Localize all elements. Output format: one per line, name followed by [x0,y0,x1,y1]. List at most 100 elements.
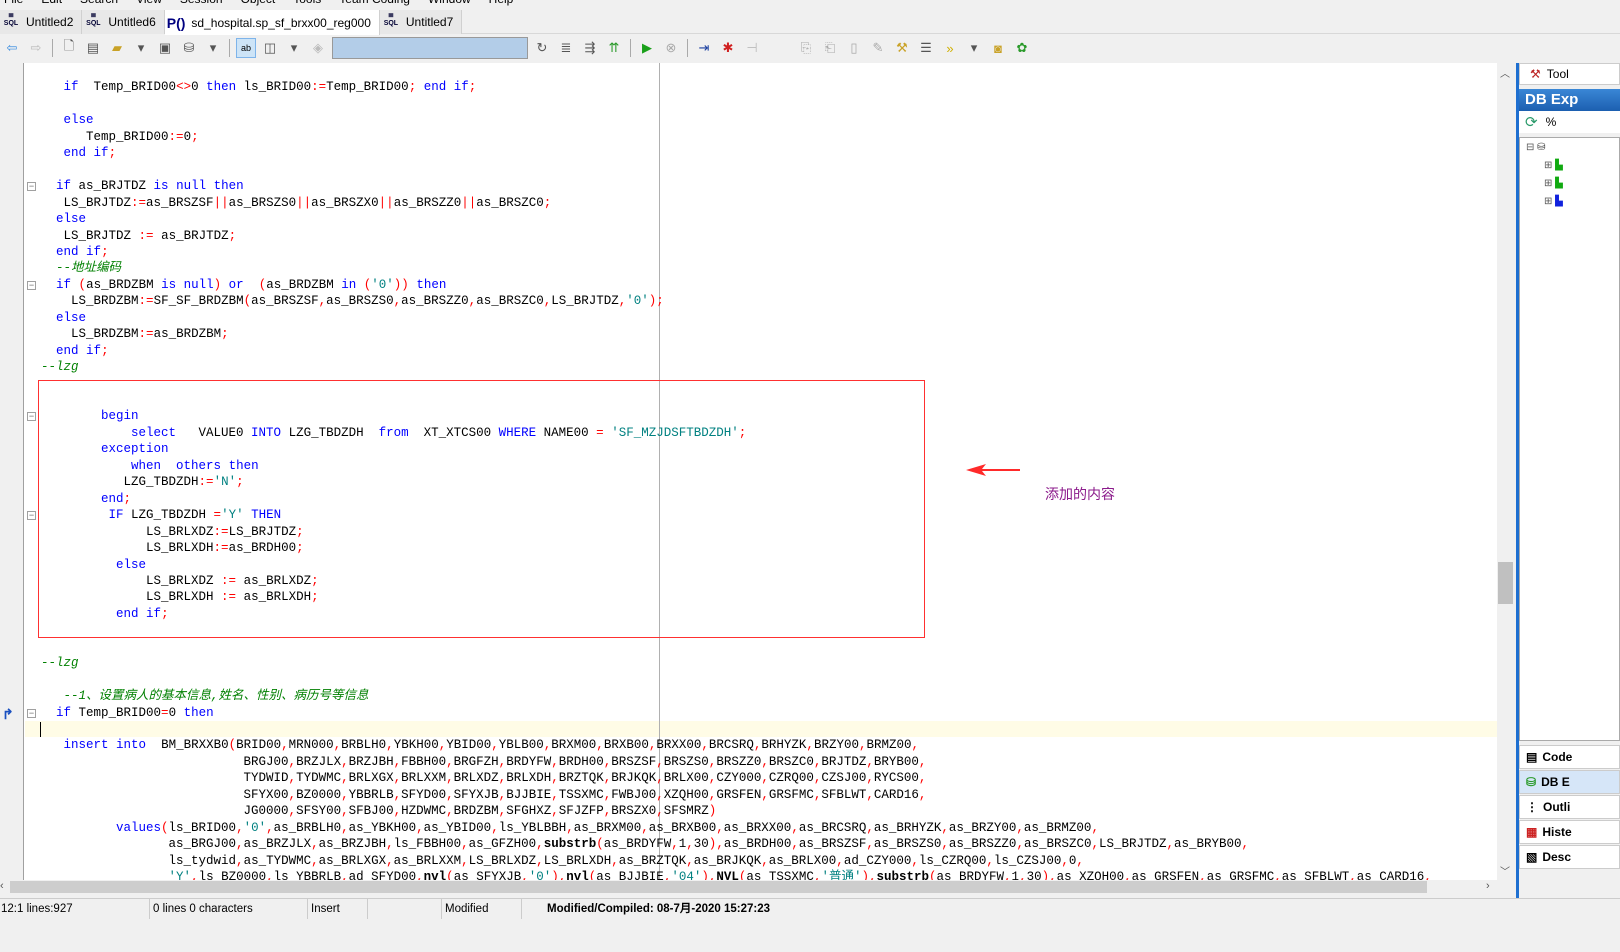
forward-icon[interactable]: ⇨ [26,38,46,58]
toolbox-tab[interactable]: ⚒ Tool [1519,63,1620,85]
db-tree[interactable]: ⊟ ⛁ ⊞ ▙ ⊞ ▙ ⊞ ▙ [1519,137,1620,741]
code-line[interactable]: Temp_BRID00:=0; [41,129,199,145]
new-window-icon[interactable]: ▤ [83,38,103,58]
code-line[interactable]: 'Y',ls_BZ0000,ls_YBBRLB,ad_SFYD00,nvl(as… [41,869,1432,880]
code-line[interactable]: --地址编码 [41,260,121,276]
chevron-down-icon[interactable]: ▾ [131,38,151,58]
save-icon[interactable]: ▣ [155,38,175,58]
code-line[interactable]: ls_tydwid,as_TYDWMC,as_BRLXGX,as_BRLXXM,… [41,853,1084,869]
fold-toggle-icon[interactable]: − [27,280,36,290]
code-line[interactable]: if (as_BRDZBM is null) or (as_BRDZBM in … [41,277,446,293]
compile-icon[interactable]: ⇈ [604,38,624,58]
tab-describe[interactable]: ▧ Desc [1519,845,1620,869]
code-line[interactable]: select VALUE0 INTO LZG_TBDZDH from XT_XT… [41,425,746,441]
tools-icon[interactable]: ⚒ [892,38,912,58]
chevron-down-icon[interactable]: ▾ [284,38,304,58]
code-line[interactable]: --1、设置病人的基本信息,姓名、性别、病历号等信息 [41,688,369,704]
tab-outline[interactable]: ⋮ Outli [1519,795,1620,819]
code-line[interactable]: LS_BRLXDH:=as_BRDH00; [41,540,304,556]
code-line[interactable]: begin [41,408,139,424]
menu-item[interactable]: Tools [293,0,321,8]
tab-procedure[interactable]: P() sd_hospital.sp_sf_brxx00_reg000 [164,10,380,35]
image-icon[interactable]: ◙ [988,38,1008,58]
code-line[interactable]: BRGJ00,BRZJLX,BRZJBH,FBBH00,BRGFZH,BRDYF… [41,754,927,770]
copy-icon[interactable]: ⎘ [796,38,816,58]
code-line[interactable]: if Temp_BRID00=0 then [41,705,214,721]
tab-history[interactable]: ▦ Histe [1519,820,1620,844]
code-line[interactable]: SFYX00,BZ0000,YBBRLB,SFYD00,SFYXJB,BJJBI… [41,787,927,803]
debug-icon[interactable]: ✱ [718,38,738,58]
code-line[interactable]: IF LZG_TBDZDH ='Y' THEN [41,507,282,523]
fast-forward-icon[interactable]: » [940,38,960,58]
save-db-icon[interactable]: ⛁ [179,38,199,58]
vertical-scrollbar[interactable]: ︿ ﹀ [1497,63,1514,880]
back-icon[interactable]: ⇦ [2,38,22,58]
fold-toggle-icon[interactable]: − [27,708,36,718]
settings-icon[interactable]: ✿ [1012,38,1032,58]
stop-icon[interactable]: ⊗ [661,38,681,58]
code-line[interactable]: LS_BRDZBM:=SF_SF_BRDZBM(as_BRSZSF,as_BRS… [41,293,664,309]
edit-icon[interactable]: ✎ [868,38,888,58]
code-line[interactable]: end if; [41,145,117,161]
schema-combo[interactable] [332,37,528,59]
tab-untitled7[interactable]: ≣ SQL Untitled7 [379,10,463,34]
code-line[interactable]: TYDWID,TYDWMC,BRLXGX,BRLXXM,BRLXDZ,BRLXD… [41,770,927,786]
code-line[interactable]: insert into BM_BRXXB0(BRID00,MRN000,BRBL… [41,737,919,753]
fold-toggle-icon[interactable]: − [27,412,36,422]
fold-toggle-icon[interactable]: − [27,182,36,192]
code-line[interactable]: end if; [41,244,109,260]
menu-item[interactable]: Team Coding [339,0,410,8]
list-icon[interactable]: ☰ [916,38,936,58]
breakpoint-icon[interactable]: ⊣ [742,38,762,58]
code-line[interactable]: --lzg [41,655,79,671]
code-line[interactable]: LS_BRLXDZ:=LS_BRJTDZ; [41,524,304,540]
code-line[interactable]: else [41,557,146,573]
split-view-icon[interactable]: ◫ [260,38,280,58]
scroll-thumb[interactable] [1498,562,1513,604]
code-line[interactable]: else [41,112,94,128]
scroll-thumb[interactable] [10,881,1427,893]
expand-icon[interactable]: ⊞ ▙ [1544,160,1563,171]
code-line[interactable]: LS_BRJTDZ := as_BRJTDZ; [41,228,237,244]
code-line[interactable]: --lzg [41,359,79,375]
code-line[interactable]: end if; [41,343,109,359]
menu-item[interactable]: Help [489,0,514,8]
document-icon[interactable]: ▯ [844,38,864,58]
tab-untitled2[interactable]: ≣ SQL Untitled2 [0,10,83,34]
menu-item[interactable]: Object [241,0,276,8]
code-line[interactable]: else [41,211,86,227]
menu-item[interactable]: Window [428,0,471,8]
horizontal-scrollbar[interactable]: ‹ › [0,880,1497,894]
refresh-icon[interactable]: ↻ [532,38,552,58]
code-line[interactable]: LS_BRLXDH := as_BRLXDH; [41,589,319,605]
format-icon[interactable]: ab [236,38,256,58]
menu-item[interactable]: Search [80,0,118,8]
tab-code[interactable]: ▤ Code [1519,745,1620,769]
code-line[interactable]: JG0000,SFSY00,SFBJ00,HZDWMC,BRDZBM,SFGHX… [41,803,717,819]
scroll-left-icon[interactable]: ‹ [0,880,4,892]
open-folder-icon[interactable]: ▰ [107,38,127,58]
code-line[interactable]: as_BRGJ00,as_BRZJLX,as_BRZJBH,ls_FBBH00,… [41,836,1250,852]
code-line[interactable]: values(ls_BRID00,'0',as_BRBLH0,as_YBKH00… [41,820,1099,836]
refresh-icon[interactable]: ⟳ [1525,113,1538,131]
collapse-icon[interactable]: ⊟ ⛁ [1526,142,1546,153]
scroll-right-icon[interactable]: › [1486,880,1490,892]
cube-icon[interactable]: ◈ [308,38,328,58]
code-line[interactable]: if as_BRJTDZ is null then [41,178,244,194]
code-line[interactable]: LZG_TBDZDH:='N'; [41,474,244,490]
menu-item[interactable]: Edit [41,0,62,8]
code-line[interactable]: if Temp_BRID00<>0 then ls_BRID00:=Temp_B… [41,79,477,95]
paste-icon[interactable]: ⎗ [820,38,840,58]
expand-icon[interactable]: ⊞ ▙ [1544,178,1563,189]
code-line[interactable]: LS_BRDZBM:=as_BRDZBM; [41,326,229,342]
tab-db-explorer[interactable]: ⛁ DB E [1519,770,1620,794]
menu-item[interactable]: File [4,0,23,8]
explain-icon[interactable]: ⇶ [580,38,600,58]
code-line[interactable]: exception [41,441,169,457]
code-line[interactable]: else [41,310,86,326]
scroll-up-icon[interactable]: ︿ [1500,65,1510,80]
chevron-down-icon[interactable]: ▾ [203,38,223,58]
tab-untitled6[interactable]: ≣ SQL Untitled6 [82,10,165,34]
expand-icon[interactable]: ⊞ ▙ [1544,196,1563,207]
fold-toggle-icon[interactable]: − [27,511,36,521]
